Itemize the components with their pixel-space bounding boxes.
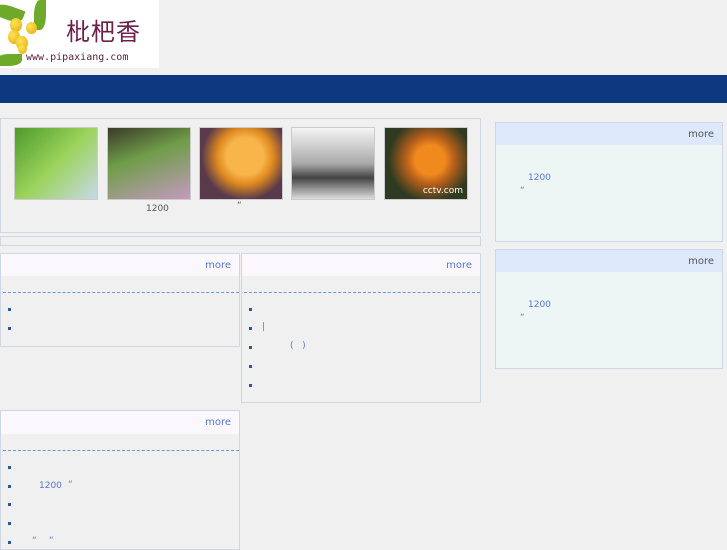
bullet-icon [8,327,11,330]
leaf-graphic [0,54,22,66]
site-logo[interactable]: 枇杷香 www.pipaxiang.com [0,0,159,68]
photo-watermark: cctv.com [422,186,463,196]
photo-thumbnail[interactable] [107,127,191,200]
bullet-icon [8,466,11,469]
news-panel: more [0,253,240,347]
news-item[interactable]: 1200 [39,481,62,491]
nav-bar [0,75,727,103]
panel-header: more [1,411,239,434]
news-panel: more | ( ) [241,253,481,403]
bullet-icon [249,384,252,387]
bullet-icon [249,327,252,330]
more-link[interactable]: more [205,417,231,428]
panel-header: more [242,254,480,276]
logo-title: 枇杷香 [66,18,141,46]
bullet-icon [8,541,11,544]
more-link[interactable]: more [688,129,714,140]
side-panel: more 1200 “ [495,122,723,242]
divider-bar [0,236,481,246]
dashed-divider [244,292,480,293]
bullet-icon [249,365,252,368]
logo-url: www.pipaxiang.com [26,52,129,63]
bullet-icon [8,485,11,488]
bullet-icon [8,308,11,311]
photo-thumbnail[interactable]: cctv.com [384,127,468,200]
photo-caption[interactable]: “ [237,201,242,211]
news-panel: more 1200 “ “ “ [0,410,240,550]
photo-thumbnail[interactable] [14,127,98,200]
panel-quote: “ [520,313,525,323]
panel-quote: “ [520,186,525,196]
bullet-icon [249,308,252,311]
photo-thumbnail[interactable] [199,127,283,200]
photo-thumbnail[interactable] [291,127,375,200]
news-quote: “ [68,480,73,490]
photo-caption[interactable]: 1200 [146,204,169,214]
bullet-icon [8,503,11,506]
more-link[interactable]: more [205,260,231,271]
side-panel: more 1200 “ [495,249,723,369]
loquat-graphic [26,22,37,34]
dashed-divider [3,450,239,451]
more-link[interactable]: more [688,256,714,267]
dashed-divider [3,292,239,293]
panel-item[interactable]: 1200 [528,300,551,310]
panel-header: more [496,123,722,145]
news-item[interactable]: ( ) [290,341,306,351]
bullet-icon [249,346,252,349]
panel-header: more [496,250,722,272]
panel-header: more [1,254,239,276]
more-link[interactable]: more [446,260,472,271]
news-item[interactable]: | [262,322,265,332]
bullet-icon [8,522,11,525]
panel-item[interactable]: 1200 [528,173,551,183]
